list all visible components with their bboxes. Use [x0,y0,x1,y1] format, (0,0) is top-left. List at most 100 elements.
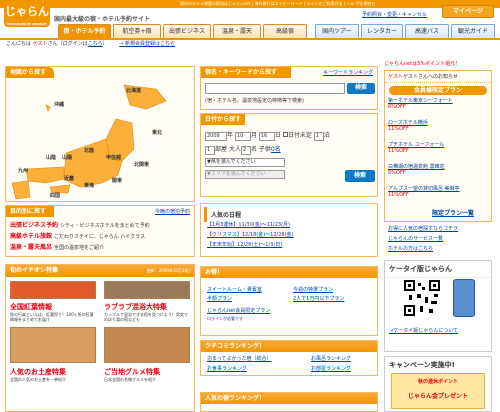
region-kyushu[interactable]: 九州 [18,167,28,174]
region-hokuriku[interactable]: 北陸 [84,147,94,154]
kids-select[interactable]: 0名 [271,146,281,153]
deal-link[interactable]: 今週の特選プラン [293,286,333,293]
date-search-button[interactable]: 検索 [345,170,375,182]
region-shikoku[interactable]: 四国 [50,192,60,199]
keyword-panel: 宿名・キーワードから探す キーワードランキング 検索 (宿・ホテル名、温泉地設定… [200,66,378,110]
top-link-4[interactable]: ヘルプ/お問合せ [346,1,375,6]
sidebar-link[interactable]: ホテルの方はこちら [388,245,433,252]
tagline: 国内最大級の宿・ホテル予約サイト [54,16,151,23]
gourmet-thumbnail[interactable] [104,327,190,363]
autumn-leaves-thumbnail[interactable] [10,281,96,299]
region-kinki[interactable]: 近畿 [64,175,74,182]
purpose-item[interactable]: 温泉・露天風呂 全国の温泉地をご紹介 [10,242,190,251]
tab-bus[interactable]: 高速バス [405,24,449,38]
member-plan-title: 会員様限定プラン [389,86,487,95]
deal-link[interactable]: 2人で1万円以下プラン [293,295,344,302]
logo-sub: PRODUCED BY RECRUIT [7,22,47,26]
popular-title: 人気の宿ランキング！ [201,393,377,404]
kuchikomi-link[interactable]: お部屋ランキング [311,365,351,372]
mypage-button[interactable]: マイページ [442,5,494,18]
tab-rentacar[interactable]: レンタカー [361,24,403,38]
featured-item-desc: 全国の人気のお土産を一挙紹介 [10,377,66,382]
tab-business[interactable]: 出張ビジネス [163,24,211,38]
month-select[interactable]: 10 [234,132,251,141]
schedule-item[interactable]: 【年末年始】12/26(土)～1/3(日) [207,241,282,248]
deal-link[interactable]: 半額プラン [207,295,232,302]
schedule-panel: 人気の日程 【1月3連休】11/30(金)～11/23(月) 【クリスマス】12… [200,203,378,257]
purpose-panel: 目的別に探す 今晩の宿泊予約 出張ビジネス予約 シティ・ビジネスホテルをまとめて… [5,205,195,257]
souvenir-thumbnail[interactable] [10,327,96,363]
tab-luxury[interactable]: 高級宿 [263,24,307,38]
login-link[interactable]: こちら [88,41,103,47]
region-koshinetsu[interactable]: 甲信越 [106,154,121,161]
member-plan[interactable]: 白樺湖の宿温泉館 雲峰荘 6%OFF [388,164,480,176]
top-link-3[interactable]: ライトのご利用方法 [306,1,342,6]
top-links: 国内のホテル旅館の宿泊はじゃらんnet | 海外旅行はエイビーロード | ライト… [180,1,376,6]
featured-item-title[interactable]: 人気のお土産特集 [10,367,66,377]
sidebar-link[interactable]: お得に人気の宿探すならコチラ [388,225,458,232]
year-select[interactable]: 2009 [205,132,227,141]
logo[interactable]: じゃらん PRODUCED BY RECRUIT [4,1,50,27]
keyword-input[interactable] [205,83,345,94]
new-member-link[interactable]: → 新規会員登録はこちら [119,41,175,47]
purpose-item[interactable]: 高級ホテル旅館 こだわりステイに、じゃらん ハイクラス [10,231,190,240]
day-select[interactable]: 16 [258,132,275,141]
top-link-1[interactable]: 国内のホテル旅館の宿泊はじゃらんnet [180,1,251,6]
featured-item-desc: 日本全国の名物グルメを紹介 [104,377,156,382]
deal-login-note: ログインが必要です [207,316,243,321]
region-sanin[interactable]: 山陰 [46,154,56,161]
bath-thumbnail[interactable] [104,281,190,299]
schedule-item[interactable]: 【クリスマス】12/18(金)～12/26(金) [207,231,293,238]
keyword-ranking-link[interactable]: キーワードランキング [323,69,373,76]
region-tohoku[interactable]: 東北 [152,129,162,136]
qr-code [403,279,441,317]
japan-map[interactable] [6,79,194,201]
pref-select[interactable]: ▼県を選んでください [205,158,285,167]
purpose-item[interactable]: 出張ビジネス予約 シティ・ビジネスホテルをまとめて予約 [10,220,190,229]
adults-select[interactable]: 2 [240,146,251,155]
purpose-more-link[interactable]: 今晩の宿泊予約 [155,208,190,215]
featured-item-title[interactable]: 全国紅葉情報 [10,302,52,312]
more-plans-link[interactable]: 限定プラン一覧 [432,208,474,217]
kuchikomi-title: クチコミランキング！ [201,341,377,352]
member-plan[interactable]: プチホテル ユーフォール 11%OFF [388,142,480,154]
region-hokkaido[interactable]: 北海道 [126,87,141,94]
rooms-select[interactable]: 1 [205,146,215,155]
featured-item-title[interactable]: ラブラブ混浴大特集 [104,302,167,312]
schedule-item[interactable]: 【1月3連休】11/30(金)～11/23(月) [207,221,290,228]
region-kanto[interactable]: 関東 [112,177,122,184]
featured-item-title[interactable]: ご当地グルメ特集 [104,367,160,377]
member-plan[interactable]: 第一ホテル東京シーフォート 6%OFF [388,98,480,110]
region-okinawa[interactable]: 沖縄 [54,101,64,108]
tab-guide[interactable]: 観光ガイド [451,24,495,38]
member-plan[interactable]: ローズホテル横浜 11%OFF [388,120,480,132]
campaign-banner[interactable]: 秋の連休ポイント じゃらん金プレゼント [391,373,485,409]
mobile-title: ケータイ版じゃらん [385,261,491,278]
nights-select[interactable]: 1 [313,132,324,141]
tab-tour[interactable]: 国内ツアー [315,24,359,38]
deal-link[interactable]: じゃらんnet会員限定プラン [207,307,270,314]
top-link-2[interactable]: 海外旅行はエイビーロード [254,1,302,6]
tab-air-hotel[interactable]: 航空券+宿 [113,24,161,38]
sidebar-link[interactable]: じゃらんのサービス一覧 [388,235,443,242]
region-kitakanto[interactable]: 北関東 [134,161,149,168]
campaign-panel: キャンペーン実施中! 秋の連休ポイント じゃらん金プレゼント [384,356,492,412]
featured-title: 旬のイチオシ特集 [10,267,59,274]
kuchikomi-link[interactable]: 泊まってよかった宿（総合） [207,355,272,362]
keyword-search-button[interactable]: 検索 [347,83,375,94]
area-select[interactable]: ▼エリアを選んでください [205,170,285,179]
reservation-link[interactable]: 予約照会・変更・キャンセル [362,11,427,18]
deal-link[interactable]: スイートルーム・貴賓室 [207,286,262,293]
mobile-link[interactable]: →ケータイ版じゃらんについて [389,327,458,334]
kuchikomi-panel: クチコミランキング！ 泊まってよかった宿（総合） お風呂ランキング お食事ランキ… [200,340,378,376]
kuchikomi-link[interactable]: お風呂ランキング [311,355,351,362]
region-sanyo[interactable]: 山陽 [62,154,72,161]
logo-text: じゃらん [5,5,49,18]
purpose-title: 目的別に探す [6,206,54,217]
deals-title: お得！ [201,267,377,278]
tab-onsen[interactable]: 温泉・露天 [213,24,261,38]
region-tokai[interactable]: 東海 [84,182,94,189]
kuchikomi-link[interactable]: お食事ランキング [207,365,247,372]
member-plan[interactable]: アルプス一望の貸切風呂 美琳亭 11%OFF [388,186,480,198]
tab-hotel[interactable]: 宿・ホテル予約 [58,24,111,38]
